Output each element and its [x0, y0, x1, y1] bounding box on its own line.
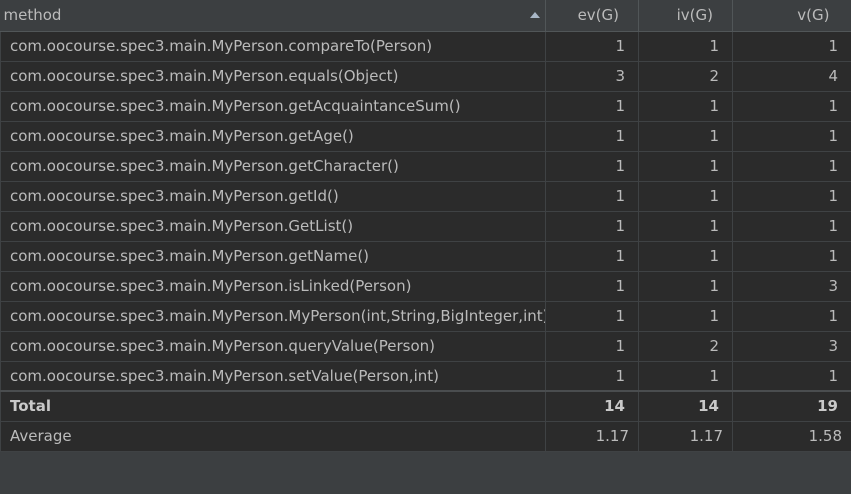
column-header-v[interactable]: v(G) — [732, 0, 851, 32]
table-row[interactable]: com.oocourse.spec3.main.MyPerson.queryVa… — [0, 330, 851, 362]
table-row[interactable]: com.oocourse.spec3.main.MyPerson.getId()… — [0, 180, 851, 212]
ev-cell: 1 — [545, 270, 639, 302]
v-cell: 3 — [732, 270, 851, 302]
table-row[interactable]: com.oocourse.spec3.main.MyPerson.MyPerso… — [0, 300, 851, 332]
iv-cell: 1 — [638, 270, 733, 302]
ev-cell: 1 — [545, 360, 639, 392]
v-cell: 1 — [732, 90, 851, 122]
iv-cell: 1 — [638, 150, 733, 182]
total-ev: 14 — [545, 390, 639, 422]
ev-cell: 1 — [545, 210, 639, 242]
v-cell: 1 — [732, 300, 851, 332]
v-cell: 1 — [732, 210, 851, 242]
ev-cell: 1 — [545, 300, 639, 332]
v-cell: 1 — [732, 180, 851, 212]
ev-cell: 1 — [545, 150, 639, 182]
table-row[interactable]: com.oocourse.spec3.main.MyPerson.isLinke… — [0, 270, 851, 302]
average-row[interactable]: Average 1.17 1.17 1.58 — [0, 420, 851, 452]
table-row[interactable]: com.oocourse.spec3.main.MyPerson.equals(… — [0, 60, 851, 92]
iv-cell: 1 — [638, 90, 733, 122]
v-cell: 4 — [732, 60, 851, 92]
v-cell: 1 — [732, 120, 851, 152]
table-row[interactable]: com.oocourse.spec3.main.MyPerson.getAge(… — [0, 120, 851, 152]
iv-cell: 1 — [638, 180, 733, 212]
average-label: Average — [0, 420, 546, 452]
column-header-method-label: method — [3, 6, 62, 25]
v-cell: 1 — [732, 360, 851, 392]
total-label: Total — [0, 390, 546, 422]
table-header: method ev(G) iv(G) v(G) — [0, 0, 851, 32]
v-cell: 3 — [732, 330, 851, 362]
column-header-iv-label: iv(G) — [676, 6, 713, 25]
table-body: com.oocourse.spec3.main.MyPerson.compare… — [0, 30, 851, 452]
iv-cell: 1 — [638, 30, 733, 62]
total-iv: 14 — [638, 390, 733, 422]
ev-cell: 1 — [545, 90, 639, 122]
total-row[interactable]: Total 14 14 19 — [0, 390, 851, 422]
method-cell: com.oocourse.spec3.main.MyPerson.GetList… — [0, 210, 546, 242]
method-cell: com.oocourse.spec3.main.MyPerson.getAcqu… — [0, 90, 546, 122]
iv-cell: 1 — [638, 210, 733, 242]
column-header-v-label: v(G) — [797, 6, 830, 25]
method-cell: com.oocourse.spec3.main.MyPerson.getId() — [0, 180, 546, 212]
metrics-table: method ev(G) iv(G) v(G) com.oocourse.spe… — [0, 0, 851, 452]
iv-cell: 2 — [638, 330, 733, 362]
table-row[interactable]: com.oocourse.spec3.main.MyPerson.setValu… — [0, 360, 851, 392]
header-row: method ev(G) iv(G) v(G) — [0, 0, 851, 32]
iv-cell: 1 — [638, 300, 733, 332]
sort-ascending-icon[interactable] — [530, 12, 540, 18]
v-cell: 1 — [732, 240, 851, 272]
ev-cell: 1 — [545, 30, 639, 62]
ev-cell: 3 — [545, 60, 639, 92]
table-row[interactable]: com.oocourse.spec3.main.MyPerson.GetList… — [0, 210, 851, 242]
v-cell: 1 — [732, 150, 851, 182]
table-row[interactable]: com.oocourse.spec3.main.MyPerson.getChar… — [0, 150, 851, 182]
method-cell: com.oocourse.spec3.main.MyPerson.isLinke… — [0, 270, 546, 302]
method-cell: com.oocourse.spec3.main.MyPerson.compare… — [0, 30, 546, 62]
method-cell: com.oocourse.spec3.main.MyPerson.queryVa… — [0, 330, 546, 362]
v-cell: 1 — [732, 30, 851, 62]
total-v: 19 — [732, 390, 851, 422]
ev-cell: 1 — [545, 180, 639, 212]
table-row[interactable]: com.oocourse.spec3.main.MyPerson.compare… — [0, 30, 851, 62]
ev-cell: 1 — [545, 120, 639, 152]
table-row[interactable]: com.oocourse.spec3.main.MyPerson.getAcqu… — [0, 90, 851, 122]
iv-cell: 1 — [638, 240, 733, 272]
average-iv: 1.17 — [638, 420, 733, 452]
column-header-ev[interactable]: ev(G) — [545, 0, 639, 32]
method-cell: com.oocourse.spec3.main.MyPerson.getName… — [0, 240, 546, 272]
column-header-method[interactable]: method — [0, 0, 546, 32]
method-cell: com.oocourse.spec3.main.MyPerson.equals(… — [0, 60, 546, 92]
method-cell: com.oocourse.spec3.main.MyPerson.setValu… — [0, 360, 546, 392]
iv-cell: 2 — [638, 60, 733, 92]
average-v: 1.58 — [732, 420, 851, 452]
ev-cell: 1 — [545, 240, 639, 272]
method-cell: com.oocourse.spec3.main.MyPerson.getChar… — [0, 150, 546, 182]
table-row[interactable]: com.oocourse.spec3.main.MyPerson.getName… — [0, 240, 851, 272]
column-header-ev-label: ev(G) — [577, 6, 619, 25]
column-header-iv[interactable]: iv(G) — [638, 0, 733, 32]
ev-cell: 1 — [545, 330, 639, 362]
iv-cell: 1 — [638, 120, 733, 152]
average-ev: 1.17 — [545, 420, 639, 452]
method-cell: com.oocourse.spec3.main.MyPerson.MyPerso… — [0, 300, 546, 332]
iv-cell: 1 — [638, 360, 733, 392]
method-cell: com.oocourse.spec3.main.MyPerson.getAge(… — [0, 120, 546, 152]
